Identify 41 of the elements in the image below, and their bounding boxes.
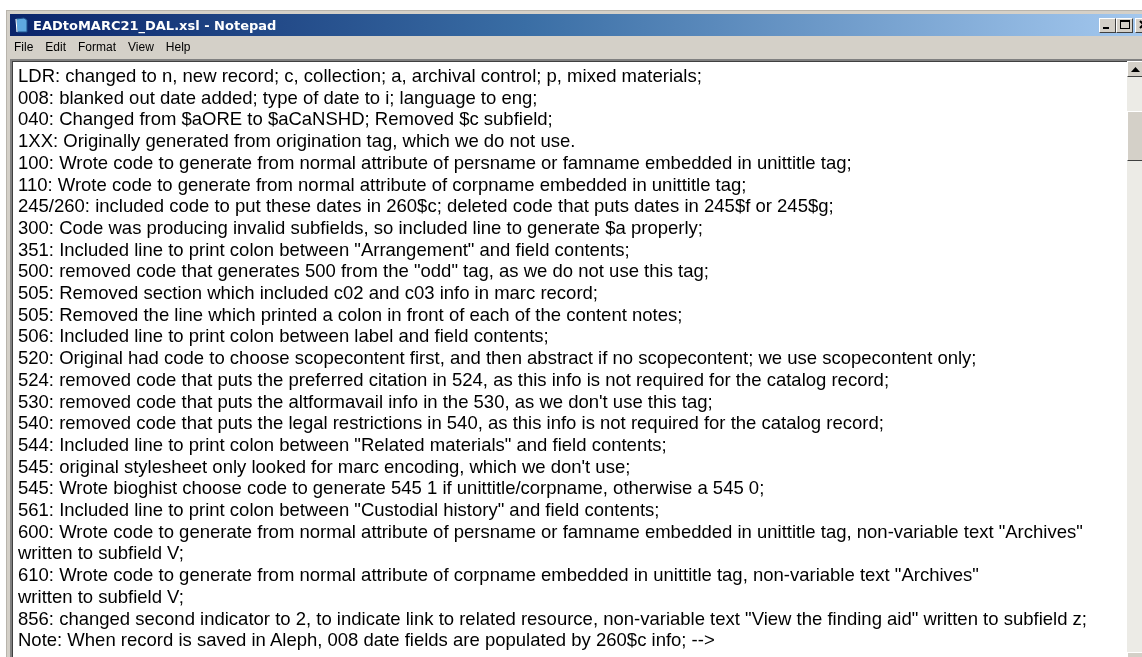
text-line: 300: Code was producing invalid subfields, so included line to generate $a properly; xyxy=(18,216,704,239)
text-line: 505: Removed the line which printed a colon in front of each of the content notes; xyxy=(18,303,684,326)
text-line: 1XX: Originally generated from origination tag, which we do not use. xyxy=(18,130,577,152)
minimize-icon xyxy=(1102,27,1109,29)
text-line: 524: removed code that puts the preferred citation in 524, as this info is not required for the catalog record; xyxy=(18,368,891,391)
minimize-button[interactable] xyxy=(1099,17,1116,33)
text-line: 245/260: included code to put these dates in 260$c; deleted code that puts dates in 245$f or 245$g; xyxy=(18,195,835,217)
maximize-button[interactable] xyxy=(1116,17,1133,33)
text-line: 544: Included line to print colon between "Related materials" and field contents; xyxy=(18,433,668,456)
menu-item[interactable]: Format xyxy=(74,39,125,54)
maximize-icon xyxy=(1117,19,1132,31)
menu-item[interactable]: View xyxy=(124,39,162,54)
text-line: 540: removed code that puts the legal restrictions in 540, as this info is not required for the catalog record; xyxy=(18,412,885,434)
text-line: 040: Changed from $aORE to $aCaNSHD; Removed $c subfield; xyxy=(18,108,554,131)
text-line: Note: When record is saved in Aleph, 008 date fields are populated by 260$c info; --> xyxy=(18,629,716,651)
text-line: 110: Wrote code to generate from normal attribute of corpname embedded in unittitle tag; xyxy=(18,173,748,196)
text-line: 351: Included line to print colon between "Arrangement" and field contents; xyxy=(18,238,631,261)
text-line: 520: Original had code to choose scopecontent first, and then abstract if no scopecontent; we use scopecontent only; xyxy=(18,347,978,369)
text-line: 530: removed code that puts the altformavail info in the 530, as we don't use this tag; xyxy=(18,390,714,413)
text-line: 600: Wrote code to generate from normal attribute of persname or famname embedded in unittitle tag, non-variable text "Archives" xyxy=(18,520,1084,543)
menu-item[interactable]: Help xyxy=(161,39,199,54)
vertical-scrollbar[interactable] xyxy=(1127,61,1142,657)
text-line: 100: Wrote code to generate from normal attribute of persname or famname embedded in unittitle tag; xyxy=(18,151,853,174)
text-line: 610: Wrote code to generate from normal attribute of corpname embedded in unittitle tag, non-variable text "Archives" xyxy=(18,564,980,586)
text-line: LDR: changed to n, new record; c, collection; a, archival control; p, mixed materials; xyxy=(18,65,703,87)
notepad-icon xyxy=(13,17,29,33)
scroll-up-icon[interactable] xyxy=(1127,61,1142,77)
text-line: 545: original stylesheet only looked for marc encoding, which we don't use; xyxy=(18,455,632,478)
text-line: 856: changed second indicator to 2, to indicate link to related resource, non-variable text "View the finding aid" written to subfield z; xyxy=(18,607,1088,630)
text-line: 008: blanked out date added; type of date to i; language to eng; xyxy=(18,86,539,109)
scroll-thumb[interactable] xyxy=(1127,111,1142,161)
text-line: 561: Included line to print colon between "Custodial history" and field contents; xyxy=(18,499,661,521)
window-title: EADtoMARC21_DAL.xsl - Notepad xyxy=(33,17,278,33)
menu-item[interactable]: Edit xyxy=(41,39,75,54)
text-line: written to subfield V; xyxy=(18,585,185,608)
text-line: 506: Included line to print colon between label and field contents; xyxy=(18,325,550,348)
text-line: 505: Removed section which included c02 and c03 info in marc record; xyxy=(18,282,599,304)
text-line: 500: removed code that generates 500 from the "odd" tag, as we do not use this tag; xyxy=(18,260,710,283)
text-line: 545: Wrote bioghist choose code to generate 545 1 if unittitle/corpname, otherwise a 545 0; xyxy=(18,477,766,500)
menu-item[interactable]: File xyxy=(10,39,42,54)
text-line: written to subfield V; xyxy=(18,542,185,565)
